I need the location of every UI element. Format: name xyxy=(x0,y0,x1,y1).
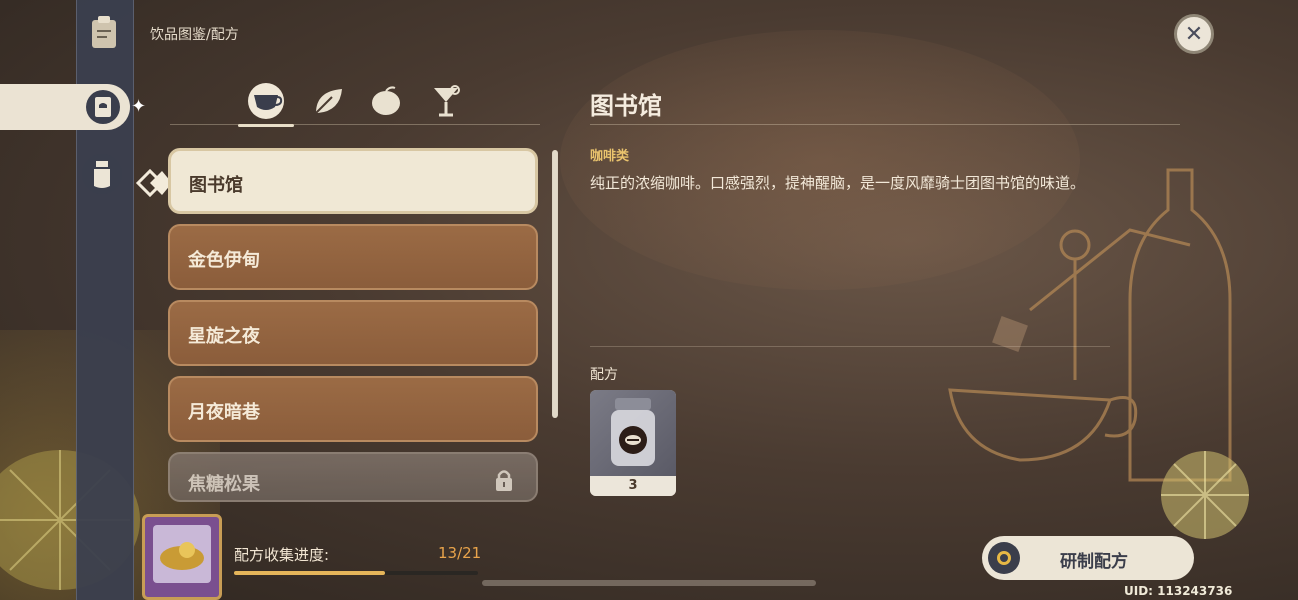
uid-label: UID: 113243736 xyxy=(1124,584,1233,598)
progress-label: 配方收集进度: xyxy=(234,546,330,564)
bottle-icon xyxy=(82,154,122,194)
tabs-divider xyxy=(170,124,540,125)
drink-illustration xyxy=(948,168,1249,539)
detail-divider xyxy=(590,124,1180,125)
list-item-2[interactable]: 星旋之夜 xyxy=(168,300,538,366)
close-icon: ✕ xyxy=(1184,21,1204,47)
confirm-circle-icon xyxy=(988,542,1020,574)
list-item-label: 星旋之夜 xyxy=(188,326,260,347)
craft-recipe-label: 研制配方 xyxy=(1060,552,1128,572)
list-item-3[interactable]: 月夜暗巷 xyxy=(168,376,538,442)
recipe-label: 配方 xyxy=(590,367,618,383)
fruit-icon xyxy=(372,86,400,115)
detail-category: 咖啡类 xyxy=(590,149,630,164)
ingredient-slot[interactable]: 3 xyxy=(590,390,676,496)
progress-count: 13/21 xyxy=(438,544,482,562)
recipe-book-icon xyxy=(86,90,120,124)
nav-tab-recipe-book[interactable] xyxy=(0,84,130,130)
close-button[interactable]: ✕ xyxy=(1174,14,1214,54)
list-item-1[interactable]: 金色伊甸 xyxy=(168,224,538,290)
list-item-0[interactable]: 图书馆 xyxy=(168,148,538,214)
coffee-bean-jar-icon xyxy=(611,398,655,466)
lock-icon xyxy=(496,470,512,491)
list-item-label: 图书馆 xyxy=(189,175,243,196)
detail-title: 图书馆 xyxy=(590,92,662,120)
leaf-icon xyxy=(315,89,342,114)
clipboard-icon[interactable] xyxy=(84,12,124,52)
tab-coffee[interactable] xyxy=(238,80,294,127)
collection-reward-card[interactable] xyxy=(142,514,222,600)
tab-tea[interactable] xyxy=(306,80,350,122)
horizontal-scrollbar xyxy=(482,580,816,586)
progress-fill xyxy=(234,571,386,575)
reward-item-icon xyxy=(160,542,204,570)
ingredient-count: 3 xyxy=(590,476,676,496)
tab-cocktail[interactable] xyxy=(424,80,468,122)
nav-tab-bottle[interactable] xyxy=(82,154,122,194)
cocktail-glass-icon xyxy=(434,85,460,117)
list-item-label: 月夜暗巷 xyxy=(188,402,260,423)
craft-recipe-button[interactable]: 研制配方 xyxy=(982,536,1194,580)
list-item-label: 焦糖松果 xyxy=(188,474,260,495)
breadcrumb: 饮品图鉴/配方 xyxy=(150,27,239,43)
recipe-divider xyxy=(590,346,1110,347)
detail-description: 纯正的浓缩咖啡。口感强烈，提神醒脑，是一度风靡骑士团图书馆的味道。 xyxy=(590,174,1086,192)
list-item-label: 金色伊甸 xyxy=(188,250,260,271)
list-scrollbar[interactable] xyxy=(552,150,558,418)
sparkle-icon: ✦ xyxy=(131,96,147,117)
tab-fruit[interactable] xyxy=(364,80,408,122)
coffee-cup-icon xyxy=(248,83,284,119)
list-item-4[interactable]: 焦糖松果 xyxy=(168,452,538,502)
